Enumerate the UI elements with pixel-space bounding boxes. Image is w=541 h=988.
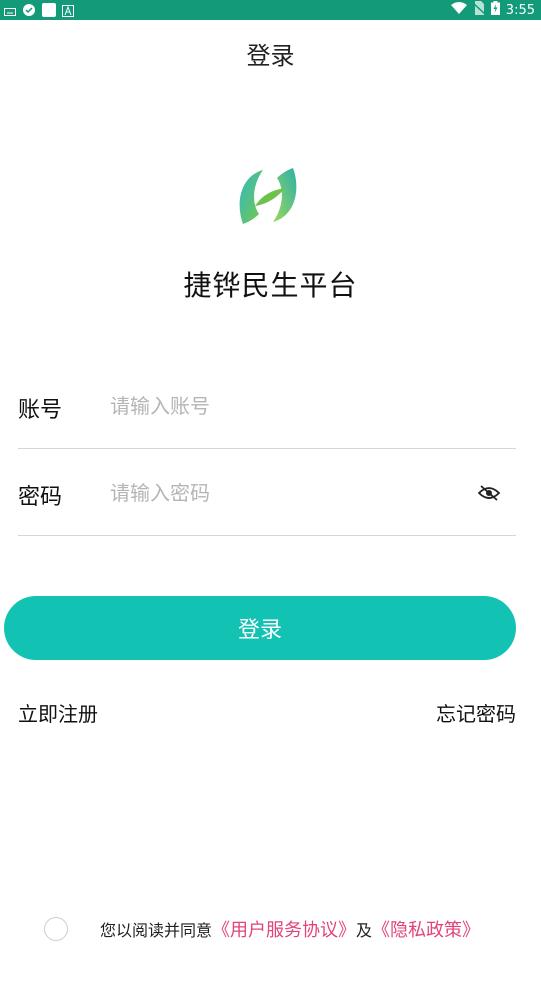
app-name: 捷铧民生平台	[183, 269, 358, 302]
agreement-text: 您以阅读并同意	[100, 921, 213, 940]
status-bar-system: 3:55	[450, 1, 535, 19]
account-label: 账号	[18, 398, 63, 423]
notification-square-icon	[42, 2, 56, 21]
status-bar: 3:55	[0, 0, 541, 20]
password-input[interactable]	[108, 475, 462, 511]
status-time: 3:55	[505, 2, 535, 18]
agreement-row: 您以阅读并同意 《用户服务协议》 及 《隐私政策》	[44, 916, 480, 942]
password-field: 密码	[18, 447, 516, 536]
login-button[interactable]: 登录	[4, 596, 516, 660]
app-badge-icon	[22, 2, 36, 21]
app-logo	[233, 162, 303, 230]
keyboard-icon	[4, 2, 16, 21]
account-field: 账号	[18, 360, 516, 449]
toggle-password-visibility-icon[interactable]	[477, 485, 501, 501]
no-sim-icon	[472, 1, 486, 19]
password-label: 密码	[18, 485, 63, 510]
user-agreement-link[interactable]: 《用户服务协议》	[212, 916, 356, 942]
forgot-password-link[interactable]: 忘记密码	[436, 698, 516, 727]
status-bar-notifications	[4, 2, 74, 21]
agreement-checkbox[interactable]	[44, 917, 68, 941]
account-input[interactable]	[108, 388, 462, 424]
wifi-icon	[450, 2, 467, 18]
register-link[interactable]: 立即注册	[18, 698, 98, 727]
page-title: 登录	[246, 42, 295, 70]
agreement-conjunction: 及	[356, 921, 373, 940]
font-a-icon	[62, 2, 74, 21]
privacy-policy-link[interactable]: 《隐私政策》	[372, 916, 480, 942]
battery-charging-icon	[490, 1, 500, 19]
